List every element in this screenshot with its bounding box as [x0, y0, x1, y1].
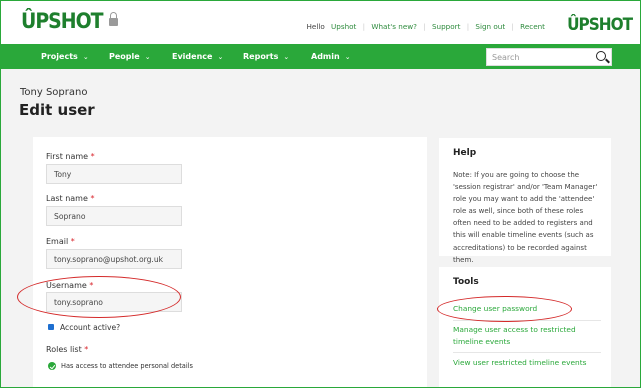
divider [453, 352, 601, 353]
check-circle-icon[interactable] [48, 362, 56, 370]
top-links: Hello Upshot | What's new? | Support | S… [305, 22, 547, 31]
manage-restricted-access-link[interactable]: Manage user access to restricted timelin… [453, 324, 605, 348]
help-title: Help [453, 148, 477, 158]
top-bar: ÛPSHOT Hello Upshot | What's new? | Supp… [1, 1, 640, 41]
lock-icon [108, 12, 118, 26]
user-link[interactable]: Upshot [331, 22, 356, 31]
separator: | [362, 22, 366, 31]
username-annotation-ellipse [17, 276, 181, 318]
search-input[interactable]: Search [486, 48, 612, 66]
tools-title: Tools [453, 277, 479, 287]
recent-link[interactable]: Recent [520, 22, 545, 31]
chevron-down-icon: ⌄ [283, 53, 290, 61]
search-icon[interactable] [596, 51, 606, 61]
chevron-down-icon: ⌄ [82, 53, 89, 61]
support-link[interactable]: Support [432, 22, 460, 31]
help-text: Note: If you are going to choose the 'se… [453, 171, 598, 264]
view-restricted-events-link[interactable]: View user restricted timeline events [453, 357, 605, 369]
nav-people[interactable]: People ⌄ [109, 52, 151, 61]
greeting-text: Hello [306, 22, 325, 31]
upshot-logo-right[interactable]: ÛPSHOT [567, 15, 633, 35]
separator: | [511, 22, 514, 31]
chevron-down-icon: ⌄ [144, 53, 151, 61]
whats-new-link[interactable]: What's new? [371, 22, 417, 31]
first-name-field[interactable]: Tony [46, 164, 182, 184]
page-title: Edit user [19, 101, 95, 119]
account-active-checkbox[interactable] [48, 324, 54, 330]
last-name-label: Last name * [46, 194, 95, 203]
first-name-label: First name * [46, 152, 95, 161]
email-field[interactable]: tony.soprano@upshot.org.uk [46, 249, 182, 269]
sign-out-link[interactable]: Sign out [475, 22, 505, 31]
chevron-down-icon: ⌄ [344, 53, 351, 61]
separator: | [423, 22, 426, 31]
separator: | [466, 22, 470, 31]
email-label: Email * [46, 237, 75, 246]
password-annotation-ellipse [437, 296, 572, 322]
page-subtitle: Tony Soprano [20, 87, 88, 98]
chevron-down-icon: ⌄ [217, 53, 224, 61]
upshot-logo[interactable]: ÛPSHOT [21, 9, 118, 33]
nav-projects[interactable]: Projects ⌄ [41, 52, 89, 61]
role-item-label: Has access to attendee personal details [61, 362, 193, 370]
roles-list-label: Roles list * [46, 345, 89, 354]
nav-reports[interactable]: Reports ⌄ [243, 52, 289, 61]
account-active-label: Account active? [60, 323, 121, 332]
nav-admin[interactable]: Admin ⌄ [311, 52, 351, 61]
window-frame: ÛPSHOT Hello Upshot | What's new? | Supp… [0, 0, 641, 388]
nav-evidence[interactable]: Evidence ⌄ [172, 52, 223, 61]
search-placeholder: Search [492, 53, 520, 62]
last-name-field[interactable]: Soprano [46, 206, 182, 226]
